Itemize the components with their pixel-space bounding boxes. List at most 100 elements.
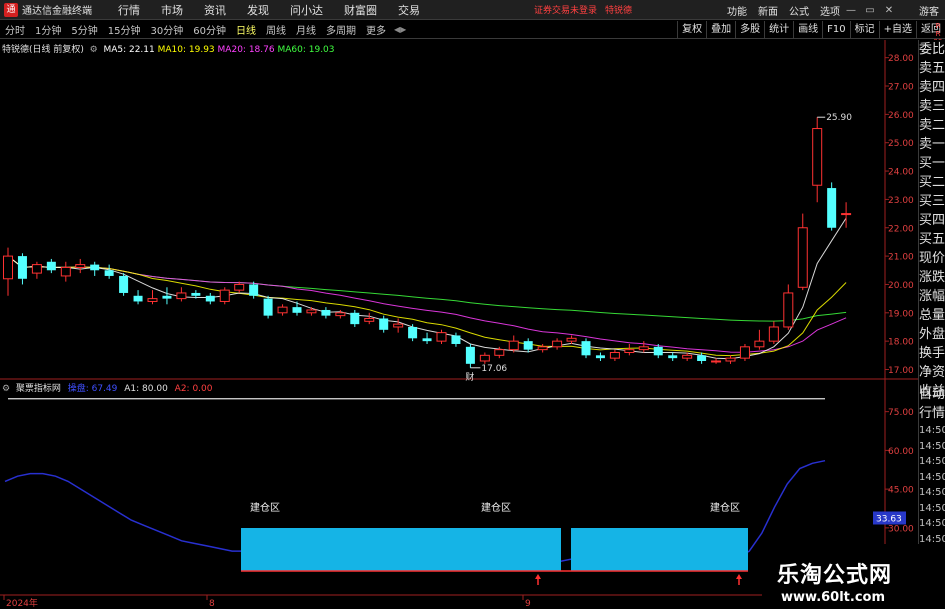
- price-tick-label: 27.00: [888, 83, 914, 93]
- overlay-button[interactable]: 叠加: [706, 21, 735, 39]
- quote-field-label[interactable]: 总量: [919, 306, 945, 325]
- quote-field-label[interactable]: 买二: [919, 173, 945, 192]
- time-axis-label: 9: [525, 599, 531, 609]
- multi-stock-button[interactable]: 多股: [735, 21, 764, 39]
- finance-marker: 财: [465, 371, 474, 383]
- tab-daily[interactable]: 日线: [231, 22, 261, 37]
- candle-body: [697, 355, 707, 361]
- candle-body: [60, 266, 71, 277]
- menu-item-news[interactable]: 资讯: [204, 2, 226, 18]
- ma60-line: [7, 255, 847, 322]
- price-tick-label: 22.00: [888, 224, 914, 234]
- chart-canvas[interactable]: 28.00 27.00 26.00 25.00 24.00 23.00 22.00 21.00…: [0, 40, 918, 609]
- quote-field-label[interactable]: 买五: [919, 230, 945, 249]
- candle-body: [147, 298, 158, 302]
- adjust-button[interactable]: 复权: [677, 21, 706, 39]
- quote-field-label[interactable]: 委比: [919, 40, 945, 59]
- tab-weekly[interactable]: 周线: [261, 22, 291, 37]
- candle-body: [508, 340, 519, 351]
- quote-field-label[interactable]: 卖三: [919, 97, 945, 116]
- candle-body: [75, 264, 86, 268]
- quote-field-label[interactable]: 买四: [919, 211, 945, 230]
- tab-more[interactable]: 更多: [361, 22, 391, 37]
- indicator-tick-label: 30.00: [888, 524, 914, 534]
- candle-body: [451, 335, 461, 344]
- tick-time: 14:50: [919, 487, 945, 498]
- settings-gear-icon[interactable]: ⚙: [87, 45, 101, 55]
- watermark-title: 乐淘公式网: [777, 563, 893, 588]
- tab-1min[interactable]: 1分钟: [30, 22, 66, 37]
- zone-label: 建仓区: [250, 501, 280, 514]
- quote-field-label[interactable]: 卖四: [919, 78, 945, 97]
- tab-5min[interactable]: 5分钟: [66, 22, 102, 37]
- quote-field-label[interactable]: 涨跌: [919, 268, 945, 287]
- indicator-name[interactable]: 聚票指标网: [16, 384, 61, 394]
- mark-button[interactable]: 标记: [849, 21, 879, 39]
- candle-body: [379, 318, 389, 330]
- tick-time: 14:50: [919, 425, 945, 436]
- tab-intraday[interactable]: 分时: [0, 22, 30, 37]
- app-title: 通达信金融终端: [22, 6, 92, 17]
- menu-item-wealth[interactable]: 财富圈: [344, 2, 377, 18]
- tab-60min[interactable]: 60分钟: [188, 22, 231, 37]
- candle-body: [364, 317, 375, 322]
- add-watchlist-button[interactable]: +自选: [878, 21, 916, 39]
- restore-icon[interactable]: ▭: [862, 5, 878, 16]
- stock-title[interactable]: 特锐德(日线 前复权): [2, 45, 84, 55]
- draw-line-button[interactable]: 画线: [793, 21, 822, 39]
- quote-label[interactable]: 行情: [919, 404, 945, 423]
- app-logo-icon: 通: [4, 2, 18, 17]
- quote-field-label[interactable]: 卖二: [919, 116, 945, 135]
- close-icon[interactable]: ✕: [881, 5, 897, 16]
- quote-field-label[interactable]: 净资: [919, 363, 945, 382]
- f10-button[interactable]: F10: [822, 21, 849, 39]
- indicator-settings-icon[interactable]: ⚙: [2, 384, 13, 394]
- menu-item-market[interactable]: 市场: [161, 2, 183, 18]
- tab-multi-period[interactable]: 多周期: [321, 22, 361, 37]
- ma10-value: MA10: 19.93: [157, 45, 215, 55]
- current-value-label: 33.63: [876, 514, 902, 524]
- quote-field-label[interactable]: 涨幅: [919, 287, 945, 306]
- candle-body: [609, 351, 620, 359]
- menu-item-discover[interactable]: 发现: [247, 2, 269, 18]
- price-tick-label: 23.00: [888, 196, 914, 206]
- menu-options[interactable]: 选项: [820, 3, 840, 18]
- accumulation-zone: [241, 528, 561, 571]
- candle-body: [812, 128, 823, 186]
- tab-scroll-arrows-icon[interactable]: ◀▶: [394, 25, 406, 34]
- menu-formula[interactable]: 公式: [789, 3, 809, 18]
- menu-item-quotes[interactable]: 行情: [118, 2, 140, 18]
- minimize-icon[interactable]: —: [843, 5, 859, 16]
- price-tick-label: 26.00: [888, 111, 914, 121]
- menu-new-layout[interactable]: 新面: [758, 3, 778, 18]
- candle-body: [306, 309, 317, 314]
- tab-monthly[interactable]: 月线: [291, 22, 321, 37]
- guest-user[interactable]: 游客: [919, 3, 939, 18]
- menu-item-trade[interactable]: 交易: [398, 2, 420, 18]
- quote-field-label[interactable]: 买三: [919, 192, 945, 211]
- main-chart-legend: 特锐德(日线 前复权) ⚙ MA5: 22.11 MA10: 19.93 MA2…: [2, 42, 335, 55]
- quote-field-label[interactable]: 外盘: [919, 325, 945, 344]
- indicator-tick-label: 45.00: [888, 486, 914, 496]
- trade-login-status[interactable]: 证券交易未登录: [534, 3, 597, 16]
- tab-30min[interactable]: 30分钟: [145, 22, 188, 37]
- indicator-tick-label: 75.00: [888, 408, 914, 418]
- quote-field-label[interactable]: 卖一: [919, 135, 945, 154]
- candle-body: [436, 332, 447, 342]
- candle-body: [653, 346, 663, 356]
- chart-toolbar: 复权 叠加 多股 统计 画线 F10 标记 +自选 返回: [677, 21, 945, 39]
- auto-label[interactable]: 自动: [919, 385, 945, 404]
- candle-body: [321, 309, 331, 316]
- quote-field-label[interactable]: 现价: [919, 249, 945, 268]
- statistics-button[interactable]: 统计: [764, 21, 793, 39]
- menu-item-ask[interactable]: 问小达: [290, 2, 323, 18]
- quote-field-label[interactable]: 卖五: [919, 59, 945, 78]
- candle-body: [827, 188, 837, 228]
- menu-function[interactable]: 功能: [727, 3, 747, 18]
- quote-panel: 委比 卖五 卖四 卖三 卖二 卖一 买一 买二 买三 买四 买五 现价 涨跌 涨幅 总量 外盘 换手 净资 收益 自…: [918, 40, 945, 609]
- tick-time: 14:50: [919, 456, 945, 467]
- tab-15min[interactable]: 15分钟: [103, 22, 146, 37]
- quote-field-label[interactable]: 换手: [919, 344, 945, 363]
- quote-field-label[interactable]: 买一: [919, 154, 945, 173]
- candle-body: [393, 323, 404, 328]
